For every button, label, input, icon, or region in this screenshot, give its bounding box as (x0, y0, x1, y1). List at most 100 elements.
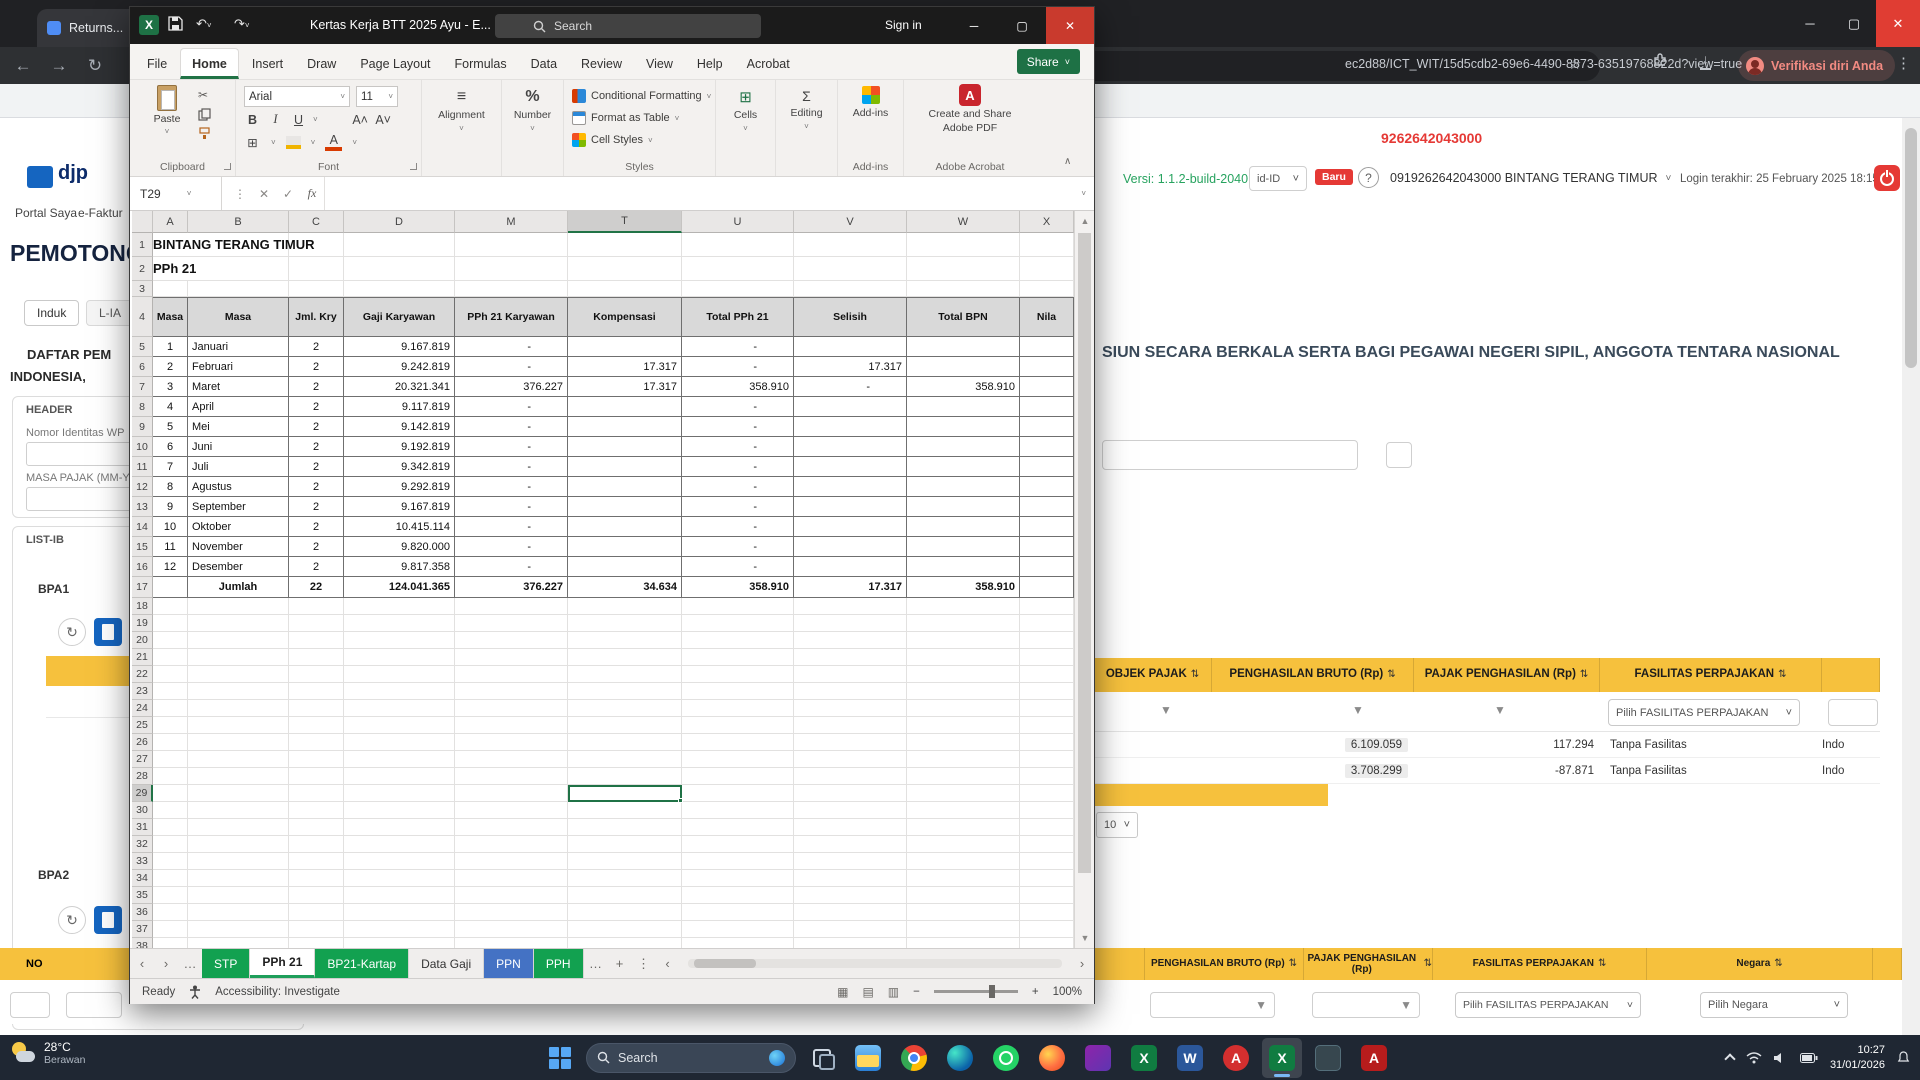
cell-V8[interactable] (794, 397, 907, 417)
cell-B27[interactable] (188, 751, 289, 768)
cell-X33[interactable] (1020, 853, 1074, 870)
cell-T25[interactable] (568, 717, 682, 734)
cell-V1[interactable] (794, 233, 907, 257)
cell-V26[interactable] (794, 734, 907, 751)
cell-W21[interactable] (907, 649, 1020, 666)
row-header-22[interactable]: 22 (132, 666, 153, 683)
normal-view-icon[interactable]: ▦ (837, 985, 848, 999)
sort-icon[interactable]: ⇅ (1580, 669, 1588, 681)
tab-induk[interactable]: Induk (24, 300, 79, 326)
cell-C12[interactable]: 2 (289, 477, 344, 497)
taskbar-app-file-explorer[interactable] (848, 1038, 888, 1078)
insert-function-icon[interactable]: fx (300, 186, 324, 201)
cell-B16[interactable]: Desember (188, 557, 289, 577)
cell-T27[interactable] (568, 751, 682, 768)
row-header-20[interactable]: 20 (132, 632, 153, 649)
cell-T35[interactable] (568, 887, 682, 904)
cell-T11[interactable] (568, 457, 682, 477)
excel-minimize-button[interactable]: ─ (950, 7, 998, 44)
redo-icon[interactable]: ↷˅ (234, 16, 250, 32)
cell-C34[interactable] (289, 870, 344, 887)
cell-M20[interactable] (455, 632, 568, 649)
form-input[interactable] (1102, 440, 1358, 470)
cell-V3[interactable] (794, 281, 907, 297)
cell-T1[interactable] (568, 233, 682, 257)
cell-M32[interactable] (455, 836, 568, 853)
cell-U35[interactable] (682, 887, 794, 904)
cell-X17[interactable] (1020, 577, 1074, 598)
row-header-28[interactable]: 28 (132, 768, 153, 785)
cell-U25[interactable] (682, 717, 794, 734)
cell-W4[interactable]: Total BPN (907, 297, 1020, 337)
cell-B32[interactable] (188, 836, 289, 853)
table-bottom-header-penghasilan-bruto-rp[interactable]: PENGHASILAN BRUTO (Rp)⇅ (1145, 948, 1304, 980)
cell-D18[interactable] (344, 598, 455, 615)
cell-V35[interactable] (794, 887, 907, 904)
cell-M8[interactable]: - (455, 397, 568, 417)
cell-V20[interactable] (794, 632, 907, 649)
cell-M25[interactable] (455, 717, 568, 734)
cell-W26[interactable] (907, 734, 1020, 751)
format-as-table-button[interactable]: Format as Table ˅ (572, 108, 679, 128)
cell-B15[interactable]: November (188, 537, 289, 557)
row-header-27[interactable]: 27 (132, 751, 153, 768)
cell-C16[interactable]: 2 (289, 557, 344, 577)
row-header-21[interactable]: 21 (132, 649, 153, 666)
row-header-19[interactable]: 19 (132, 615, 153, 632)
sort-icon[interactable]: ⇅ (1424, 958, 1432, 970)
cell-D12[interactable]: 9.292.819 (344, 477, 455, 497)
cell-X28[interactable] (1020, 768, 1074, 785)
zoom-slider-thumb[interactable] (989, 985, 995, 998)
cell-A2[interactable]: PPh 21 (153, 257, 188, 281)
cell-D8[interactable]: 9.117.819 (344, 397, 455, 417)
browser-menu-icon[interactable]: ⋮ (1896, 54, 1911, 72)
cell-C22[interactable] (289, 666, 344, 683)
filter-funnel-icon[interactable]: ▼ (1160, 703, 1172, 717)
back-icon[interactable]: ← (10, 53, 36, 79)
cell-A15[interactable]: 11 (153, 537, 188, 557)
cell-U2[interactable] (682, 257, 794, 281)
cell-C17[interactable]: 22 (289, 577, 344, 598)
cell-D38[interactable] (344, 938, 455, 948)
form-small-button[interactable] (1386, 442, 1412, 468)
grid-vertical-scrollbar[interactable]: ▲ ▼ (1074, 211, 1094, 948)
taskbar-app-dark-app[interactable] (1308, 1038, 1348, 1078)
cell-W36[interactable] (907, 904, 1020, 921)
cell-V22[interactable] (794, 666, 907, 683)
expand-formula-bar-icon[interactable]: ˅ (1073, 189, 1094, 198)
cell-U11[interactable]: - (682, 457, 794, 477)
notification-bell-icon[interactable] (1897, 1051, 1910, 1064)
cell-U19[interactable] (682, 615, 794, 632)
table-top-header-fasilitas-perpajakan[interactable]: FASILITAS PERPAJAKAN⇅ (1600, 658, 1822, 692)
undo-icon[interactable]: ↶˅ (196, 16, 212, 32)
filter-input[interactable]: ▼ (1312, 992, 1420, 1018)
cell-D17[interactable]: 124.041.365 (344, 577, 455, 598)
sort-icon[interactable]: ⇅ (1774, 958, 1782, 970)
cell-V34[interactable] (794, 870, 907, 887)
cell-W27[interactable] (907, 751, 1020, 768)
cell-C6[interactable]: 2 (289, 357, 344, 377)
cell-M2[interactable] (455, 257, 568, 281)
cell-T38[interactable] (568, 938, 682, 948)
cell-M5[interactable]: - (455, 337, 568, 357)
row-header-5[interactable]: 5 (132, 337, 153, 357)
row-header-25[interactable]: 25 (132, 717, 153, 734)
zoom-in-icon[interactable]: + (1032, 986, 1039, 998)
cell-B17[interactable]: Jumlah (188, 577, 289, 598)
cell-W13[interactable] (907, 497, 1020, 517)
row-header-6[interactable]: 6 (132, 357, 153, 377)
profile-verify-button[interactable]: Verifikasi diri Anda (1738, 50, 1895, 81)
cell-C32[interactable] (289, 836, 344, 853)
cell-T31[interactable] (568, 819, 682, 836)
cell-B5[interactable]: Januari (188, 337, 289, 357)
cell-V31[interactable] (794, 819, 907, 836)
number-group[interactable]: % Number ˅ (502, 80, 564, 176)
cell-V7[interactable]: - (794, 377, 907, 397)
cell-C4[interactable]: Jml. Kry (289, 297, 344, 337)
cell-T5[interactable] (568, 337, 682, 357)
cell-U4[interactable]: Total PPh 21 (682, 297, 794, 337)
cell-A26[interactable] (153, 734, 188, 751)
cell-B2[interactable] (188, 257, 289, 281)
cell-X23[interactable] (1020, 683, 1074, 700)
row-header-15[interactable]: 15 (132, 537, 153, 557)
